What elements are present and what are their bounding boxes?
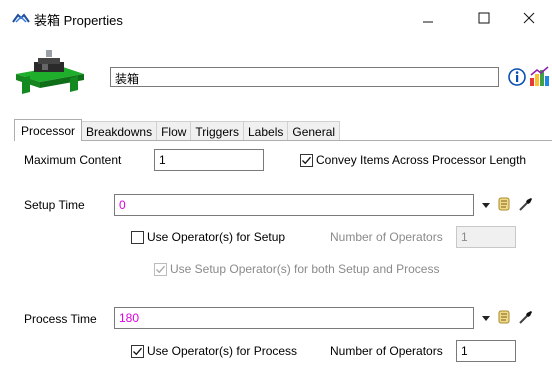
max-content-input[interactable]: 1	[154, 149, 264, 171]
setup-num-operators-label: Number of Operators	[330, 230, 443, 244]
checkmark-icon	[133, 347, 142, 356]
object-name-input[interactable]: 装箱	[110, 67, 499, 87]
tab-bar: Processor Breakdowns Flow Triggers Label…	[14, 119, 341, 141]
use-operator-setup-checkbox[interactable]	[131, 231, 144, 244]
eyedropper-icon[interactable]	[517, 195, 535, 213]
process-time-input[interactable]: 180	[114, 307, 474, 329]
tab-processor[interactable]: Processor	[14, 119, 83, 141]
process-time-label: Process Time	[24, 312, 97, 326]
use-operator-setup-label: Use Operator(s) for Setup	[147, 230, 286, 244]
minimize-icon	[423, 21, 433, 23]
checkmark-icon	[156, 265, 165, 274]
convey-items-label: Convey Items Across Processor Length	[316, 153, 527, 167]
eyedropper-icon[interactable]	[517, 308, 535, 326]
tab-general[interactable]: General	[287, 121, 341, 141]
maximize-icon	[478, 12, 490, 24]
app-icon	[12, 12, 30, 24]
conveyor-object-icon	[12, 48, 88, 98]
tab-panel-border	[14, 140, 552, 141]
script-scroll-icon[interactable]	[496, 196, 512, 212]
minimize-button[interactable]	[405, 0, 451, 36]
close-button[interactable]	[506, 0, 552, 36]
setup-time-label: Setup Time	[24, 198, 85, 212]
convey-items-checkbox[interactable]	[300, 154, 313, 167]
window-title: 装箱 Properties	[34, 13, 123, 28]
tab-flow[interactable]: Flow	[156, 121, 192, 141]
use-setup-both-checkbox[interactable]	[154, 263, 167, 276]
dropdown-arrow-icon[interactable]	[482, 203, 490, 208]
use-operator-process-checkbox[interactable]	[131, 345, 144, 358]
setup-time-input[interactable]: 0	[114, 194, 474, 216]
checkmark-icon	[302, 156, 311, 165]
max-content-label: Maximum Content	[24, 153, 122, 167]
use-setup-both-label: Use Setup Operator(s) for both Setup and…	[170, 262, 440, 276]
info-icon[interactable]	[508, 68, 526, 86]
close-icon	[523, 12, 535, 24]
use-operator-process-label: Use Operator(s) for Process	[147, 344, 298, 358]
process-num-operators-label: Number of Operators	[330, 344, 443, 358]
tab-labels[interactable]: Labels	[243, 121, 289, 141]
dropdown-arrow-icon[interactable]	[482, 316, 490, 321]
script-scroll-icon[interactable]	[496, 309, 512, 325]
setup-num-operators-input[interactable]: 1	[456, 226, 516, 248]
process-num-operators-input[interactable]: 1	[456, 340, 516, 362]
maximize-button[interactable]	[461, 0, 507, 36]
color-chart-icon[interactable]	[528, 66, 550, 88]
tab-breakdowns[interactable]: Breakdowns	[81, 121, 158, 141]
tab-triggers[interactable]: Triggers	[190, 121, 244, 141]
